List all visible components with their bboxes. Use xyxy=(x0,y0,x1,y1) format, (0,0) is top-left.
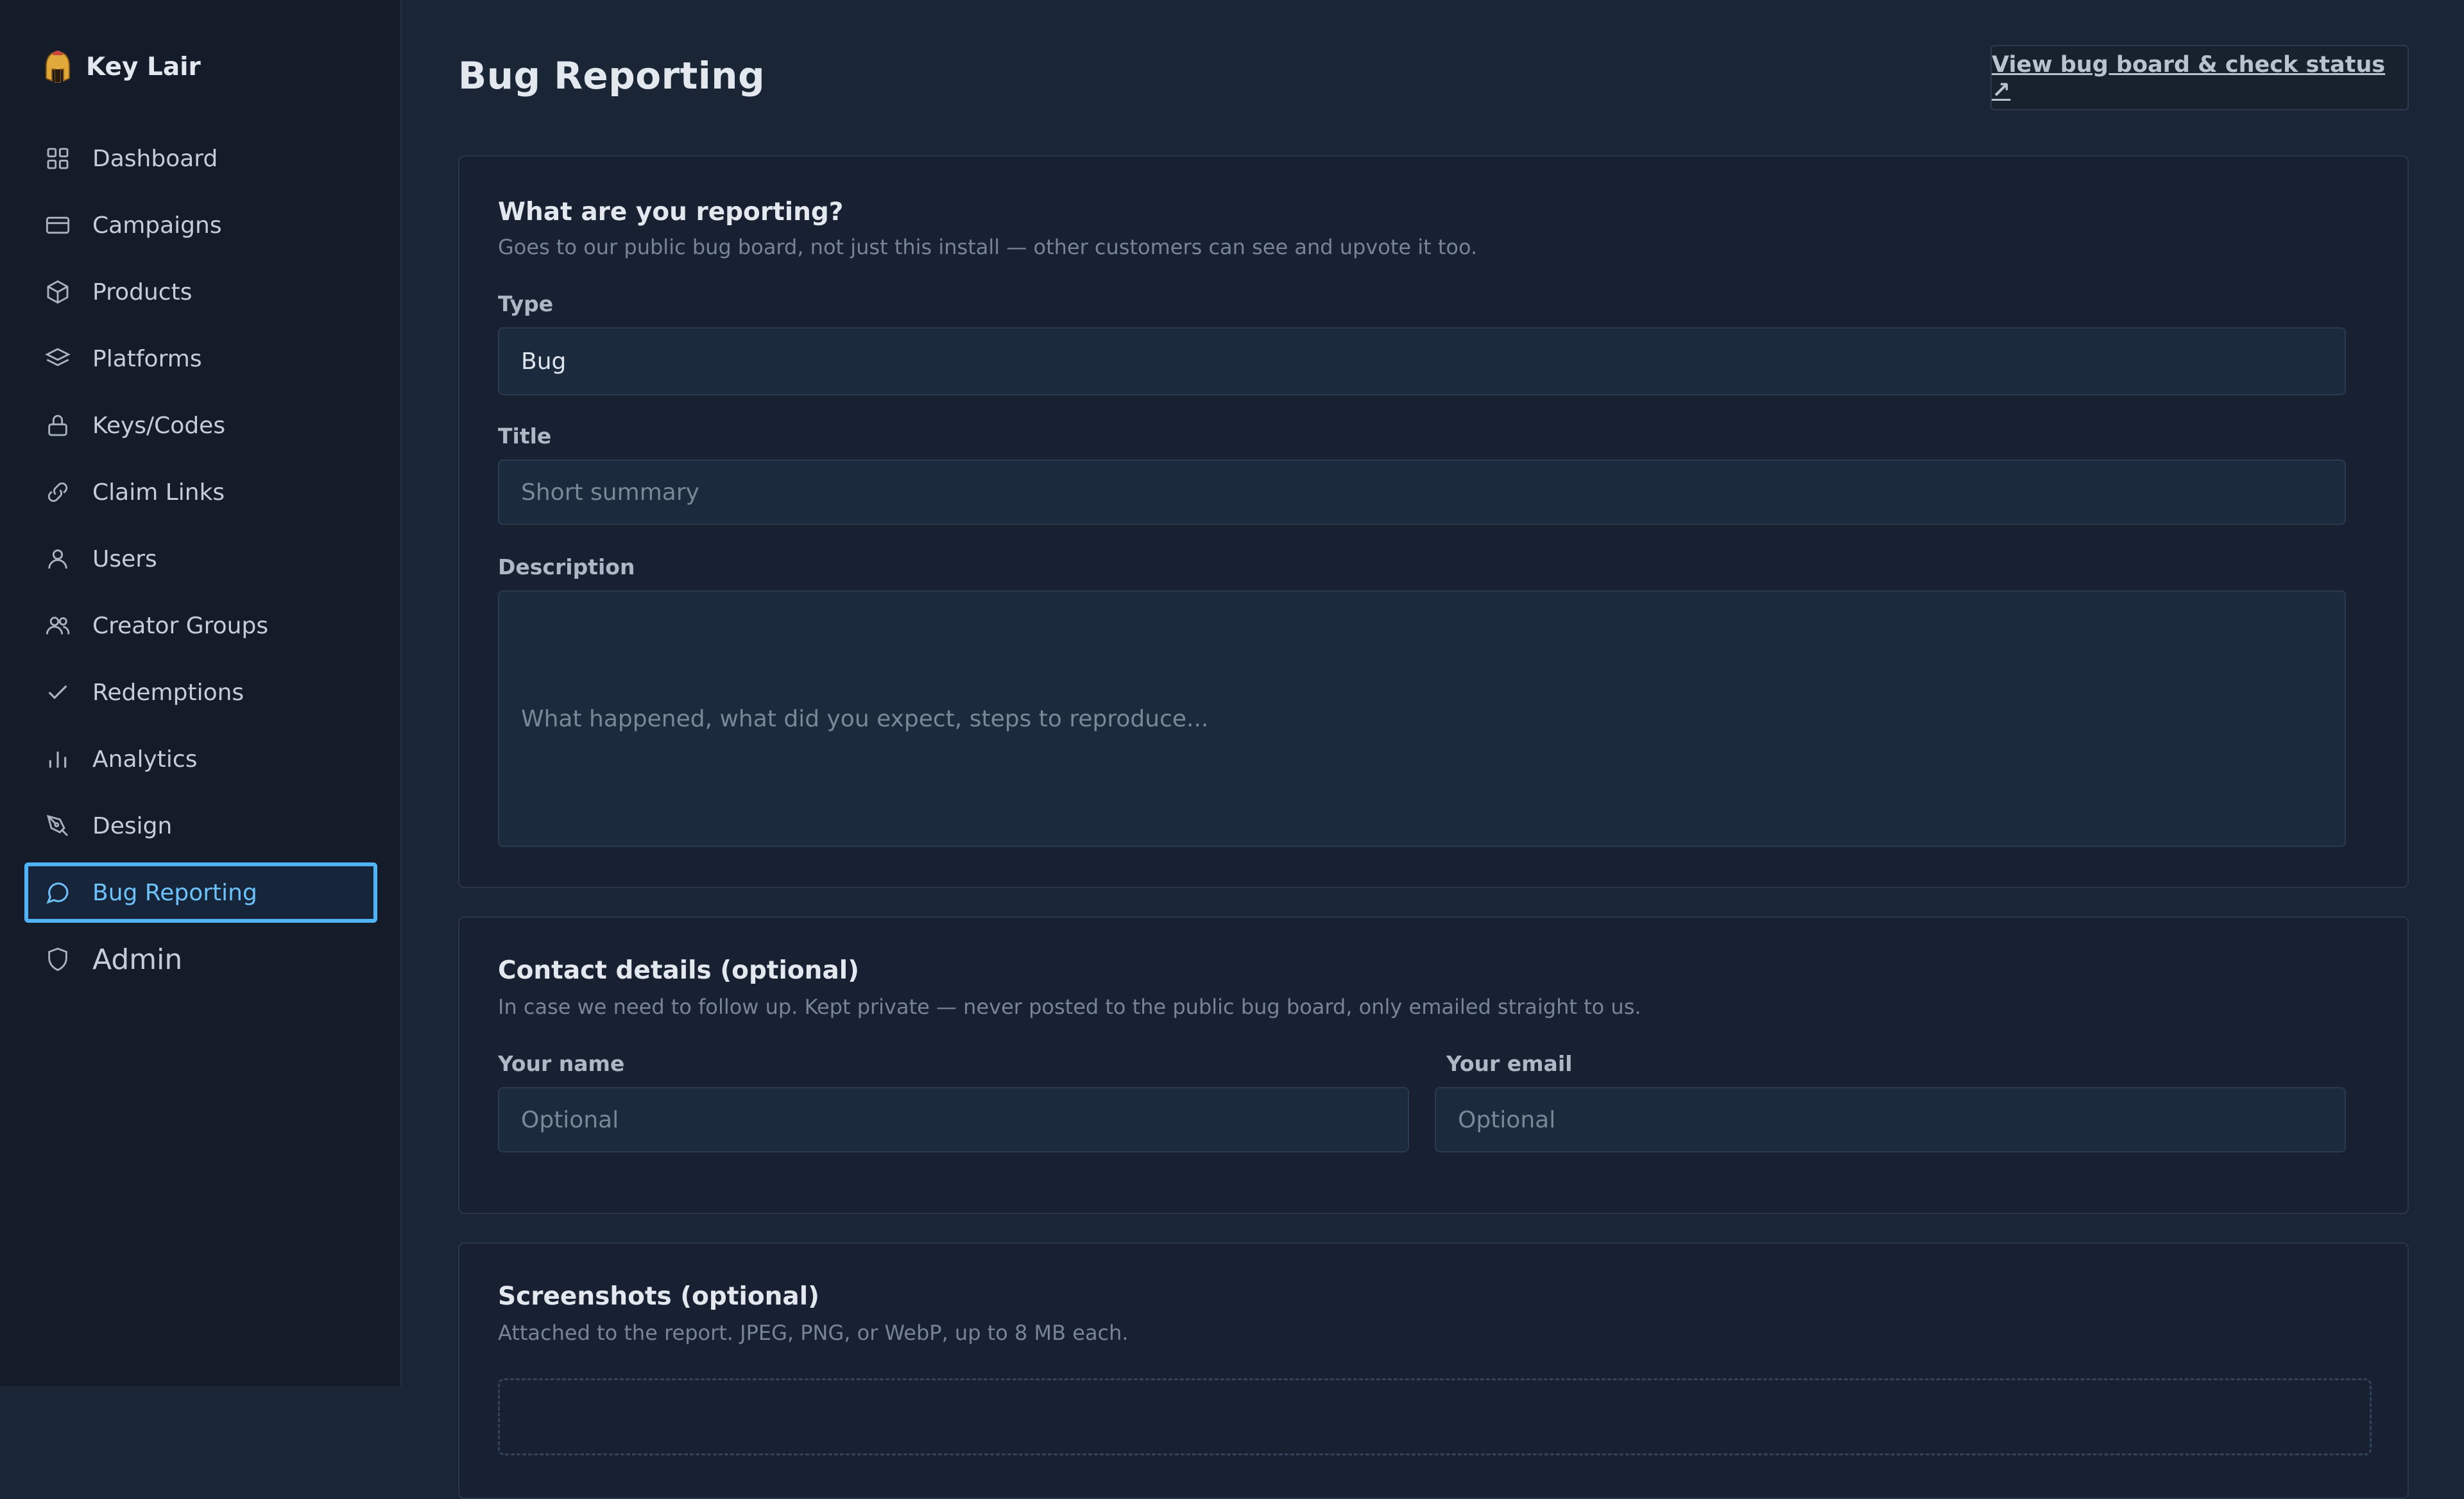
contact-section-subtitle: In case we need to follow up. Kept priva… xyxy=(498,995,1641,1019)
description-label: Description xyxy=(498,554,635,579)
shield-icon xyxy=(45,947,71,972)
title-input[interactable]: Short summary xyxy=(498,459,2346,525)
contact-card: Contact details (optional) In case we ne… xyxy=(458,916,2409,1214)
title-label: Title xyxy=(498,424,552,449)
sidebar-item-label: Platforms xyxy=(92,345,202,372)
sidebar-item-platforms[interactable]: Platforms xyxy=(24,329,377,389)
sidebar-item-redemptions[interactable]: Redemptions xyxy=(24,662,377,723)
screenshots-card: Screenshots (optional) Attached to the r… xyxy=(458,1242,2409,1499)
sidebar-item-label: Creator Groups xyxy=(92,612,269,639)
users-icon xyxy=(45,613,71,638)
contact-section-title: Contact details (optional) xyxy=(498,956,859,985)
name-input[interactable]: Optional xyxy=(498,1087,1409,1152)
spartan-helmet-icon xyxy=(44,50,72,83)
sidebar-item-admin[interactable]: Admin xyxy=(24,929,377,989)
view-bug-board-link[interactable]: View bug board & check status ↗ xyxy=(1990,45,2409,110)
brand-name: Key Lair xyxy=(86,52,201,81)
grid-icon xyxy=(45,146,71,171)
brand[interactable]: Key Lair xyxy=(44,50,201,83)
sidebar-item-claim-links[interactable]: Claim Links xyxy=(24,462,377,522)
sidebar-item-bug-reporting[interactable]: Bug Reporting xyxy=(24,862,377,923)
type-select[interactable]: Bug xyxy=(498,327,2346,395)
sidebar-item-label: Dashboard xyxy=(92,145,218,172)
type-label: Type xyxy=(498,291,554,316)
sidebar-item-products[interactable]: Products xyxy=(24,262,377,322)
lock-icon xyxy=(45,413,71,438)
email-input[interactable]: Optional xyxy=(1435,1087,2346,1152)
email-label: Your email xyxy=(1446,1051,1573,1076)
sidebar-item-label: Campaigns xyxy=(92,212,222,239)
report-section-title: What are you reporting? xyxy=(498,198,844,227)
sidebar-nav: Dashboard Campaigns Products Platforms K… xyxy=(24,128,377,996)
sidebar-item-campaigns[interactable]: Campaigns xyxy=(24,195,377,255)
sidebar-item-label: Admin xyxy=(92,943,183,976)
sidebar-item-label: Bug Reporting xyxy=(92,879,257,906)
box-icon xyxy=(45,279,71,305)
sidebar-item-design[interactable]: Design xyxy=(24,796,377,856)
pen-tool-icon xyxy=(45,813,71,839)
screenshots-section-title: Screenshots (optional) xyxy=(498,1282,819,1311)
sidebar-item-keys-codes[interactable]: Keys/Codes xyxy=(24,395,377,456)
report-card: What are you reporting? Goes to our publ… xyxy=(458,155,2409,888)
sidebar: Key Lair Dashboard Campaigns Products Pl… xyxy=(0,0,402,1386)
sidebar-item-label: Design xyxy=(92,812,173,839)
sidebar-item-label: Keys/Codes xyxy=(92,412,226,439)
check-icon xyxy=(45,680,71,705)
sidebar-item-label: Claim Links xyxy=(92,479,225,506)
sidebar-item-analytics[interactable]: Analytics xyxy=(24,729,377,789)
layers-icon xyxy=(45,346,71,372)
sidebar-item-dashboard[interactable]: Dashboard xyxy=(24,128,377,189)
report-section-subtitle: Goes to our public bug board, not just t… xyxy=(498,235,1478,259)
description-textarea[interactable]: What happened, what did you expect, step… xyxy=(498,590,2346,847)
message-circle-icon xyxy=(45,880,71,905)
sidebar-item-users[interactable]: Users xyxy=(24,529,377,589)
page-title: Bug Reporting xyxy=(458,54,766,98)
screenshot-dropzone[interactable] xyxy=(498,1378,2372,1455)
sidebar-item-label: Analytics xyxy=(92,746,198,773)
sidebar-item-label: Products xyxy=(92,278,193,305)
link-icon xyxy=(45,479,71,505)
user-icon xyxy=(45,546,71,572)
card-icon xyxy=(45,212,71,238)
sidebar-item-creator-groups[interactable]: Creator Groups xyxy=(24,595,377,656)
screenshots-section-subtitle: Attached to the report. JPEG, PNG, or We… xyxy=(498,1321,1129,1345)
name-label: Your name xyxy=(498,1051,625,1076)
sidebar-item-label: Users xyxy=(92,545,157,572)
bar-chart-icon xyxy=(45,746,71,772)
sidebar-item-label: Redemptions xyxy=(92,679,244,706)
